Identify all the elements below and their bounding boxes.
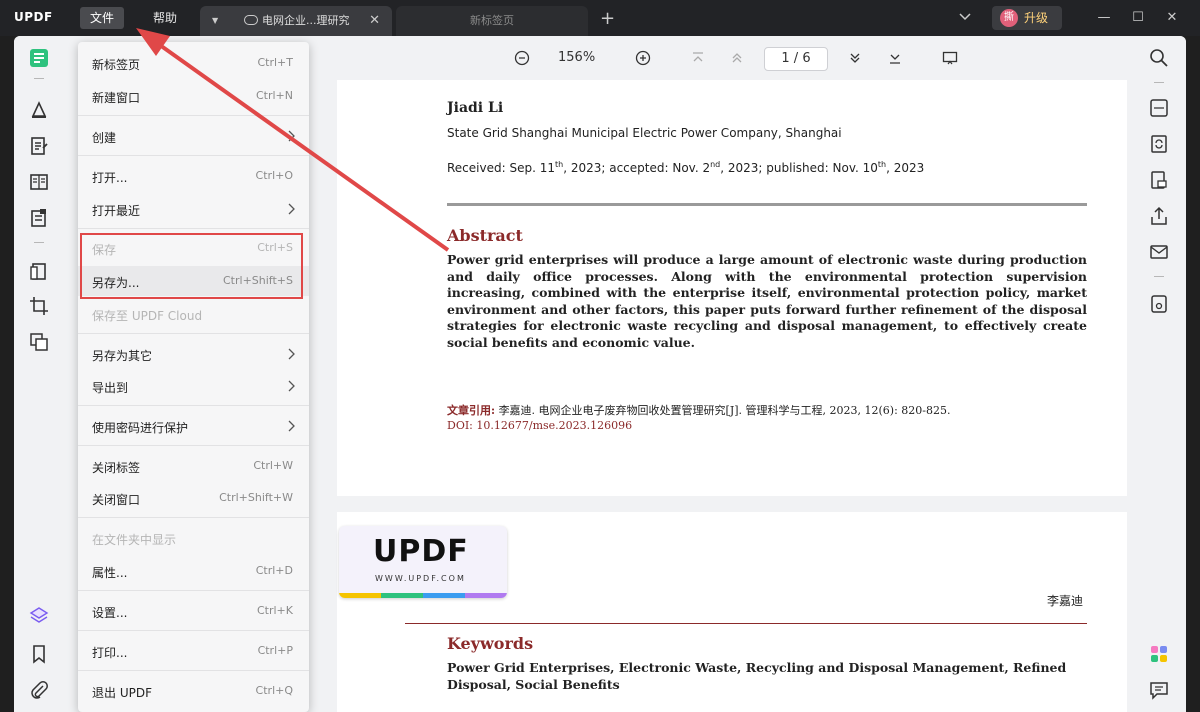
page-separator: / xyxy=(793,51,799,66)
citation-label: 文章引用: xyxy=(447,404,496,417)
page-number-input[interactable]: 1 / 6 xyxy=(764,47,828,71)
menu-item-save-as-other[interactable]: 另存为其它 xyxy=(78,339,309,369)
menu-item-create[interactable]: 创建 xyxy=(78,121,309,151)
save-icon[interactable] xyxy=(1149,294,1169,314)
last-page-icon[interactable] xyxy=(887,50,903,66)
menu-item-open[interactable]: 打开... Ctrl+O xyxy=(78,161,309,191)
view-toolbar: 156% 1 / 6 xyxy=(336,36,1132,80)
tab-label: 新标签页 xyxy=(470,14,514,27)
next-page-icon[interactable] xyxy=(847,50,863,66)
close-window-icon[interactable]: ✕ xyxy=(1162,8,1182,28)
tab-new[interactable]: 新标签页 xyxy=(396,6,588,36)
crop-icon[interactable] xyxy=(29,296,49,316)
layers-icon[interactable] xyxy=(29,606,49,626)
keywords-text: Power Grid Enterprises, Electronic Waste… xyxy=(447,660,1067,692)
author-affiliation: State Grid Shanghai Municipal Electric P… xyxy=(447,126,842,140)
author-cn: 李嘉迪 xyxy=(1047,594,1084,608)
tab-document[interactable]: ▼ 电网企业...理研究 ✕ xyxy=(200,6,392,36)
pdf-page-1: Jiadi Li State Grid Shanghai Municipal E… xyxy=(337,80,1127,496)
reader-mode-icon[interactable] xyxy=(29,48,49,68)
avatar: 撕 xyxy=(1000,9,1018,27)
ai-assistant-icon[interactable] xyxy=(1149,644,1169,664)
page-current: 1 xyxy=(781,51,790,66)
menu-item-close-window[interactable]: 关闭窗口 Ctrl+Shift+W xyxy=(78,483,309,513)
upgrade-label: 升级 xyxy=(1024,11,1049,25)
menu-item-print[interactable]: 打印... Ctrl+P xyxy=(78,636,309,666)
upgrade-button[interactable]: 撕 升级 xyxy=(992,6,1062,30)
email-icon[interactable] xyxy=(1149,242,1169,262)
right-toolbar xyxy=(1132,36,1186,712)
bookmark-icon[interactable] xyxy=(29,644,49,664)
keywords-heading: Keywords xyxy=(447,634,534,653)
search-icon[interactable] xyxy=(1149,48,1169,68)
menu-item-show-in-folder[interactable]: 在文件夹中显示 xyxy=(78,523,309,553)
abstract-heading: Abstract xyxy=(447,226,523,245)
cloud-icon xyxy=(244,15,258,25)
chevron-down-icon[interactable] xyxy=(958,9,972,23)
attachment-icon[interactable] xyxy=(29,680,49,700)
protect-icon[interactable] xyxy=(1149,170,1169,190)
menu-item-password-protect[interactable]: 使用密码进行保护 xyxy=(78,411,309,441)
menu-item-new-window[interactable]: 新建窗口 Ctrl+N xyxy=(78,81,309,111)
menu-item-close-tab[interactable]: 关闭标签 Ctrl+W xyxy=(78,451,309,481)
publication-dates: Received: Sep. 11th, 2023; accepted: Nov… xyxy=(447,160,925,175)
ocr-icon[interactable] xyxy=(1149,98,1169,118)
zoom-in-icon[interactable] xyxy=(635,50,651,66)
menu-item-open-recent[interactable]: 打开最近 xyxy=(78,194,309,224)
chevron-right-icon xyxy=(288,348,295,360)
menu-help[interactable]: 帮助 xyxy=(143,7,187,29)
comment-highlight-icon[interactable] xyxy=(29,100,49,120)
watermark-url: WWW.UPDF.COM xyxy=(375,574,466,583)
watermark-brand: UPDF xyxy=(373,534,469,569)
pdf-page-2: UPDF WWW.UPDF.COM 李嘉迪 Keywords Power Gri… xyxy=(337,512,1127,712)
tab-close-icon[interactable]: ✕ xyxy=(369,6,380,36)
chevron-right-icon xyxy=(288,380,295,392)
tab-dropdown-icon[interactable]: ▼ xyxy=(212,6,218,36)
doi: DOI: 10.12677/mse.2023.126096 xyxy=(447,419,633,432)
compare-icon[interactable] xyxy=(29,332,49,352)
file-menu: 新标签页 Ctrl+T 新建窗口 Ctrl+N 创建 打开... Ctrl+O 打开最… xyxy=(78,42,309,712)
menu-item-export-to[interactable]: 导出到 xyxy=(78,371,309,401)
author-name: Jiadi Li xyxy=(447,100,504,116)
menu-item-save-to-cloud[interactable]: 保存至 UPDF Cloud xyxy=(78,299,309,329)
form-icon[interactable] xyxy=(29,208,49,228)
zoom-level[interactable]: 156% xyxy=(558,50,595,65)
menu-item-new-tab[interactable]: 新标签页 Ctrl+T xyxy=(78,48,309,78)
comment-icon[interactable] xyxy=(1149,680,1169,700)
maximize-icon[interactable]: ☐ xyxy=(1128,8,1148,28)
title-bar: UPDF 文件 帮助 ▼ 电网企业...理研究 ✕ 新标签页 + 撕 升级 — … xyxy=(0,0,1200,36)
abstract-text: Power grid enterprises will produce a la… xyxy=(447,252,1087,350)
chevron-right-icon xyxy=(288,130,295,142)
left-toolbar xyxy=(14,36,64,712)
tab-label: 电网企业...理研究 xyxy=(262,14,350,27)
citation-text: 李嘉迪. 电网企业电子废弃物回收处置管理研究[J]. 管理科学与工程, 2023… xyxy=(498,404,951,417)
updf-watermark-logo: UPDF WWW.UPDF.COM xyxy=(339,526,507,598)
minimize-icon[interactable]: — xyxy=(1094,8,1114,28)
organize-pages-icon[interactable] xyxy=(29,262,49,282)
page-total: 6 xyxy=(802,51,811,66)
page-layout-icon[interactable] xyxy=(29,172,49,192)
new-tab-plus-icon[interactable]: + xyxy=(600,8,615,30)
zoom-out-icon[interactable] xyxy=(514,50,530,66)
highlight-box xyxy=(80,233,303,299)
prev-page-icon[interactable] xyxy=(729,50,745,66)
chevron-right-icon xyxy=(288,420,295,432)
divider xyxy=(447,203,1087,206)
convert-icon[interactable] xyxy=(1149,134,1169,154)
chevron-right-icon xyxy=(288,203,295,215)
menu-item-properties[interactable]: 属性... Ctrl+D xyxy=(78,556,309,586)
menu-item-quit[interactable]: 退出 UPDF Ctrl+Q xyxy=(78,676,309,706)
first-page-icon[interactable] xyxy=(690,50,706,66)
edit-pdf-icon[interactable] xyxy=(29,136,49,156)
app-logo: UPDF xyxy=(14,10,53,24)
citation: 文章引用: 李嘉迪. 电网企业电子废弃物回收处置管理研究[J]. 管理科学与工程… xyxy=(447,402,951,418)
share-icon[interactable] xyxy=(1149,206,1169,226)
menu-item-settings[interactable]: 设置... Ctrl+K xyxy=(78,596,309,626)
presentation-icon[interactable] xyxy=(942,50,958,66)
divider xyxy=(405,623,1087,624)
menu-file[interactable]: 文件 xyxy=(80,7,125,29)
